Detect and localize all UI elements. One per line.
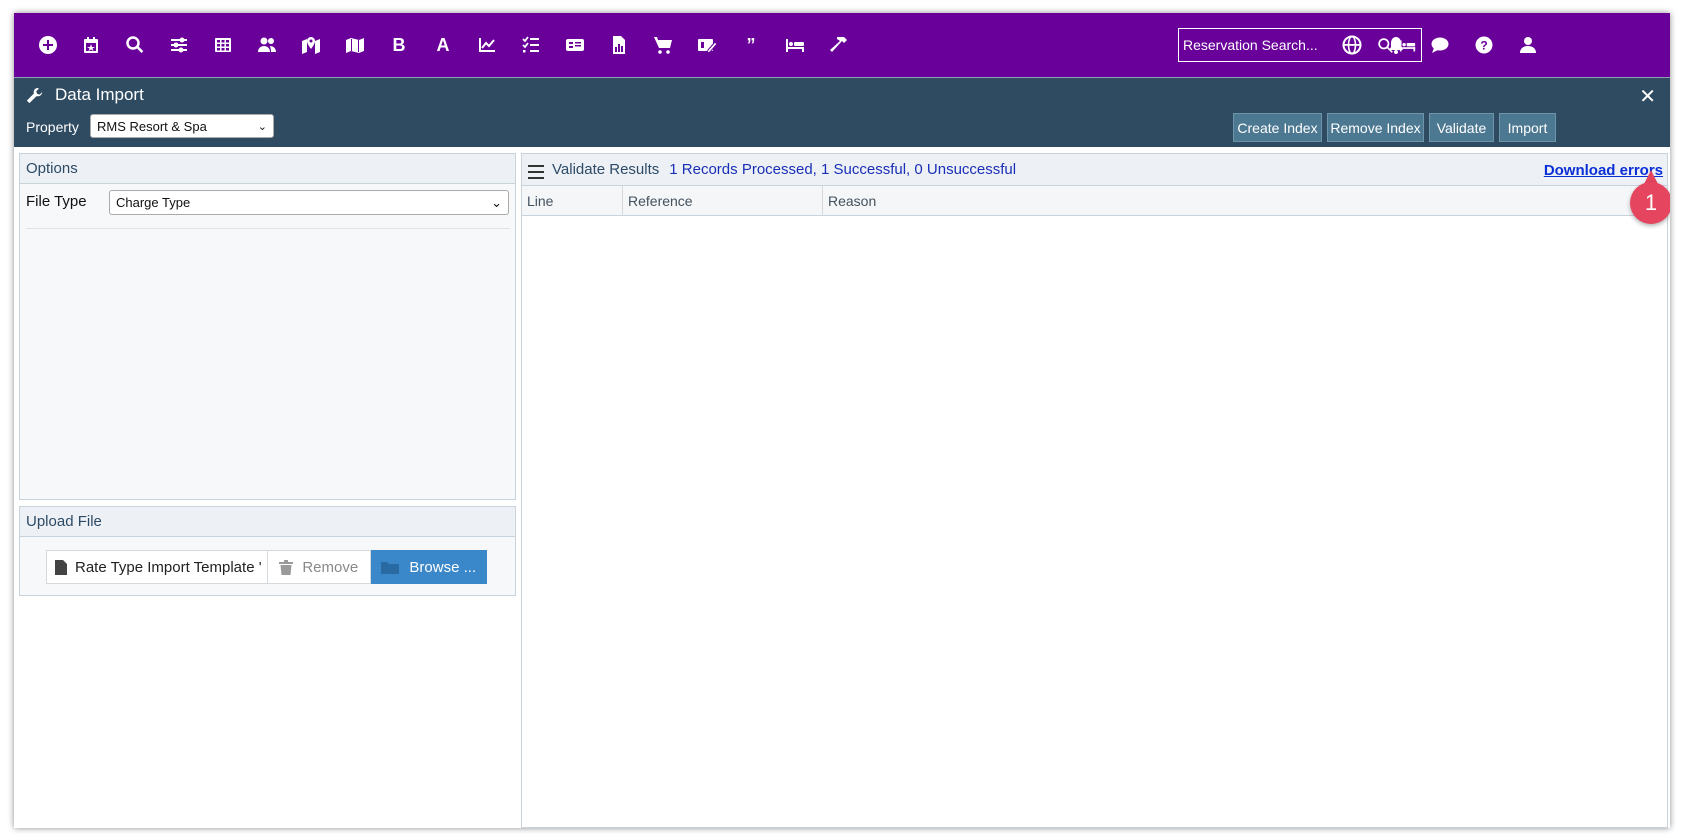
svg-text:?: ?: [1480, 39, 1487, 53]
divider: [26, 228, 510, 229]
file-icon: [55, 559, 67, 575]
column-header-reference[interactable]: Reference: [623, 186, 823, 216]
upload-file-title: Upload File: [20, 507, 515, 537]
chevron-down-icon: ⌄: [257, 120, 267, 133]
remove-index-button[interactable]: Remove Index: [1327, 113, 1424, 142]
checklist-icon[interactable]: [516, 30, 546, 60]
selected-file-name: Rate Type Import Template ': [75, 558, 262, 576]
file-type-select[interactable]: Charge Type ⌄: [109, 190, 509, 215]
upload-file-panel: Upload File Rate Type Import Template ' …: [19, 506, 516, 596]
step-marker: 1: [1630, 170, 1670, 224]
sliders-icon[interactable]: [164, 30, 194, 60]
property-label: Property: [26, 119, 79, 135]
step-marker-number: 1: [1630, 182, 1670, 224]
app-window: B A ” ? Data Import ✕ Property RMS Resor…: [14, 13, 1670, 828]
payment-icon[interactable]: [692, 30, 722, 60]
map-marker-icon[interactable]: [296, 30, 326, 60]
close-icon[interactable]: ✕: [1639, 84, 1656, 109]
user-icon[interactable]: [1513, 30, 1543, 60]
letter-a-icon[interactable]: A: [428, 30, 458, 60]
browse-button[interactable]: Browse ...: [370, 550, 487, 584]
bell-icon[interactable]: [1381, 30, 1411, 60]
validate-button[interactable]: Validate: [1429, 113, 1494, 142]
options-panel: Options File Type Charge Type ⌄: [19, 153, 516, 500]
map-icon[interactable]: [340, 30, 370, 60]
column-header-reason[interactable]: Reason: [823, 186, 1667, 216]
chevron-down-icon: ⌄: [491, 194, 502, 210]
results-title: Validate Results: [552, 161, 660, 178]
property-select[interactable]: RMS Resort & Spa ⌄: [90, 114, 274, 138]
results-summary: 1 Records Processed, 1 Successful, 0 Uns…: [669, 161, 1017, 178]
folder-icon: [381, 562, 400, 574]
column-header-line[interactable]: Line: [522, 186, 623, 216]
cart-icon[interactable]: [648, 30, 678, 60]
remove-file-button[interactable]: Remove: [268, 550, 371, 584]
bed-icon[interactable]: [780, 30, 810, 60]
page-title: Data Import: [26, 85, 144, 105]
file-type-label: File Type: [26, 193, 87, 210]
bold-b-icon[interactable]: B: [384, 30, 414, 60]
quote-icon[interactable]: ”: [736, 30, 766, 60]
chat-icon[interactable]: [1425, 30, 1455, 60]
guests-icon[interactable]: [252, 30, 282, 60]
hammer-icon[interactable]: [824, 30, 854, 60]
report-icon[interactable]: [604, 30, 634, 60]
file-type-select-value: Charge Type: [116, 195, 191, 210]
search-icon[interactable]: [120, 30, 150, 60]
results-table-header: Line Reference Reason: [522, 186, 1667, 216]
file-upload-row: Rate Type Import Template ' Remove Brows…: [46, 550, 487, 584]
page-title-text: Data Import: [55, 85, 144, 104]
id-card-icon[interactable]: [560, 30, 590, 60]
calendar-icon[interactable]: [76, 30, 106, 60]
line-chart-icon[interactable]: [472, 30, 502, 60]
wrench-icon: [26, 87, 43, 103]
property-select-value: RMS Resort & Spa: [97, 118, 207, 134]
trash-icon: [279, 559, 294, 575]
import-button[interactable]: Import: [1499, 113, 1556, 142]
selected-file: Rate Type Import Template ': [46, 550, 269, 584]
globe-icon[interactable]: [1337, 30, 1367, 60]
help-icon[interactable]: ?: [1469, 30, 1499, 60]
menu-icon[interactable]: [528, 164, 544, 179]
grid-icon[interactable]: [208, 30, 238, 60]
add-icon[interactable]: [33, 30, 63, 60]
browse-label: Browse ...: [409, 558, 477, 576]
remove-file-label: Remove: [302, 558, 359, 576]
results-header: Validate Results 1 Records Processed, 1 …: [522, 154, 1667, 186]
create-index-button[interactable]: Create Index: [1233, 113, 1322, 142]
top-navigation-bar: B A ” ?: [14, 13, 1670, 77]
options-panel-title: Options: [20, 154, 515, 184]
page-header: Data Import ✕ Property RMS Resort & Spa …: [14, 77, 1670, 147]
validate-results-panel: Validate Results 1 Records Processed, 1 …: [521, 153, 1668, 828]
